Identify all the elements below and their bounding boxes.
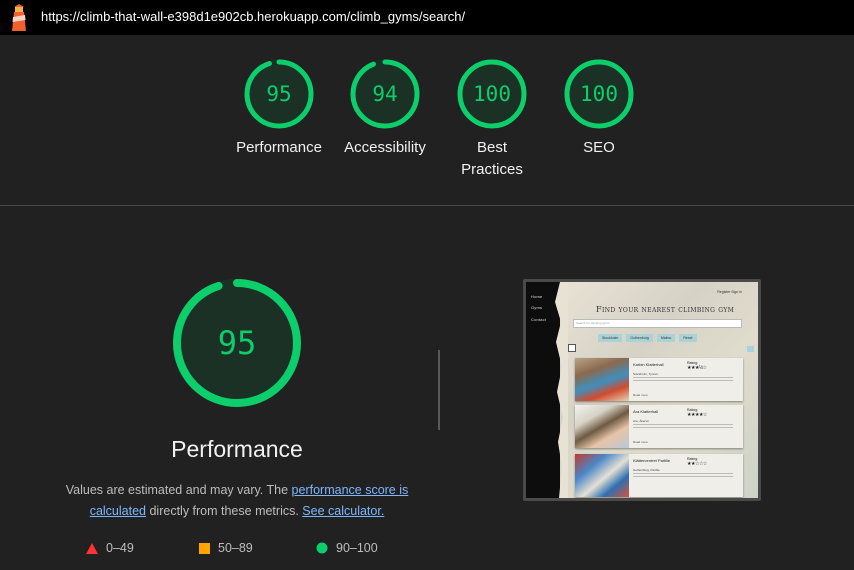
screenshot-chip: Reset xyxy=(679,334,697,342)
gauge-ring: 100 xyxy=(564,59,634,129)
gym-photo xyxy=(575,454,629,497)
gym-stars: ★★★★☆ xyxy=(687,412,707,418)
gauge-score: 100 xyxy=(473,82,511,106)
section-divider xyxy=(0,205,854,206)
vertical-separator xyxy=(438,350,440,430)
screenshot-frame: Home Gyms Contact Register Sign in Find … xyxy=(526,282,758,498)
gauge-best-practices[interactable]: 100 Best Practices xyxy=(437,58,547,181)
square-icon xyxy=(199,542,210,554)
circle-icon xyxy=(316,542,328,554)
gym-read-more: Read more xyxy=(633,440,648,444)
performance-gauge-large: 95 xyxy=(173,279,301,407)
screenshot-gym-card: Ara Klatterhall Rating: ★★★★☆ Ara, Åkers… xyxy=(575,405,743,448)
gauge-performance[interactable]: 95 Performance xyxy=(224,58,334,159)
screenshot-scroll-button xyxy=(747,346,754,352)
legend-average: 50–89 xyxy=(199,541,253,555)
lighthouse-icon xyxy=(12,4,26,31)
page-url[interactable]: https://climb-that-wall-e398d1e902cb.her… xyxy=(41,9,465,24)
gym-description-lines xyxy=(633,473,733,479)
performance-title: Performance xyxy=(171,436,303,462)
screenshot-gym-card: Karbin Klatterhall Rating: ★★★½☆ Stockho… xyxy=(575,358,743,401)
page-screenshot-thumbnail[interactable]: Home Gyms Contact Register Sign in Find … xyxy=(523,279,761,501)
screenshot-title: Find your nearest climbing gym xyxy=(596,305,735,314)
performance-score: 95 xyxy=(218,324,257,362)
screenshot-gym-card: Klättercentret Partille Rating: ★★☆☆☆ Go… xyxy=(575,454,743,497)
screenshot-nav-item: Gyms xyxy=(531,305,543,310)
performance-description: Values are estimated and may vary. The p… xyxy=(45,480,429,522)
gym-description-lines xyxy=(633,377,733,383)
screenshot-search: Search for climbing gyms xyxy=(573,319,742,328)
gym-stars: ★★☆☆☆ xyxy=(687,461,707,467)
score-legend: 0–49 50–89 90–100 xyxy=(86,541,416,559)
triangle-icon xyxy=(86,542,98,554)
gauge-seo[interactable]: 100 SEO xyxy=(544,58,654,159)
gauge-label: Performance xyxy=(236,139,322,156)
gauge-score: 95 xyxy=(266,82,291,106)
desc-text: directly from these metrics. xyxy=(146,504,303,518)
gauge-ring: 95 xyxy=(244,59,314,129)
gym-location: Gothenburg, Partille xyxy=(633,468,660,472)
torn-edge-decoration xyxy=(555,282,568,498)
gym-name: Klättercentret Partille xyxy=(633,458,671,463)
gauge-label: Accessibility xyxy=(344,139,426,156)
gauge-ring: 94 xyxy=(350,59,420,129)
gym-photo xyxy=(575,358,629,401)
screenshot-main: Register Sign in Find your nearest climb… xyxy=(560,282,758,498)
gym-name: Ara Klatterhall xyxy=(633,409,659,414)
browser-top-bar: https://climb-that-wall-e398d1e902cb.her… xyxy=(0,0,854,35)
gym-location: Stockholm, Tyresö xyxy=(633,372,658,376)
gym-location: Ara, Åkersö xyxy=(633,419,649,423)
gym-description-lines xyxy=(633,424,733,430)
screenshot-top-links: Register Sign in xyxy=(717,290,742,294)
legend-label: 0–49 xyxy=(106,541,134,555)
gauge-accessibility[interactable]: 94 Accessibility xyxy=(330,58,440,159)
screenshot-chip: Stockholm xyxy=(598,334,623,342)
gym-read-more: Read more xyxy=(633,393,648,397)
screenshot-nav-item: Home xyxy=(531,294,543,299)
legend-label: 90–100 xyxy=(336,541,378,555)
legend-pass: 90–100 xyxy=(316,541,378,555)
score-gauges: 95 Performance 94 Accessibility 100 Best… xyxy=(0,58,854,198)
legend-fail: 0–49 xyxy=(86,541,134,555)
desc-text: Values are estimated and may vary. The xyxy=(65,483,292,497)
screenshot-filter-chips: Stockholm Gothenburg Malmo Reset xyxy=(598,334,697,342)
screenshot-chip: Gothenburg xyxy=(626,334,653,342)
screenshot-chip: Malmo xyxy=(656,334,676,342)
legend-label: 50–89 xyxy=(218,541,253,555)
see-calculator-link[interactable]: See calculator. xyxy=(302,504,384,518)
gym-stars: ★★★½☆ xyxy=(687,365,707,371)
gauge-score: 94 xyxy=(372,82,397,106)
gauge-label: Best Practices xyxy=(461,139,523,178)
gauge-score: 100 xyxy=(580,82,618,106)
screenshot-nav-item: Contact xyxy=(531,317,547,322)
gauge-ring: 100 xyxy=(457,59,527,129)
gym-name: Karbin Klatterhall xyxy=(633,362,664,367)
screenshot-checkbox xyxy=(568,344,576,352)
gym-photo xyxy=(575,405,629,448)
gauge-label: SEO xyxy=(583,139,615,156)
